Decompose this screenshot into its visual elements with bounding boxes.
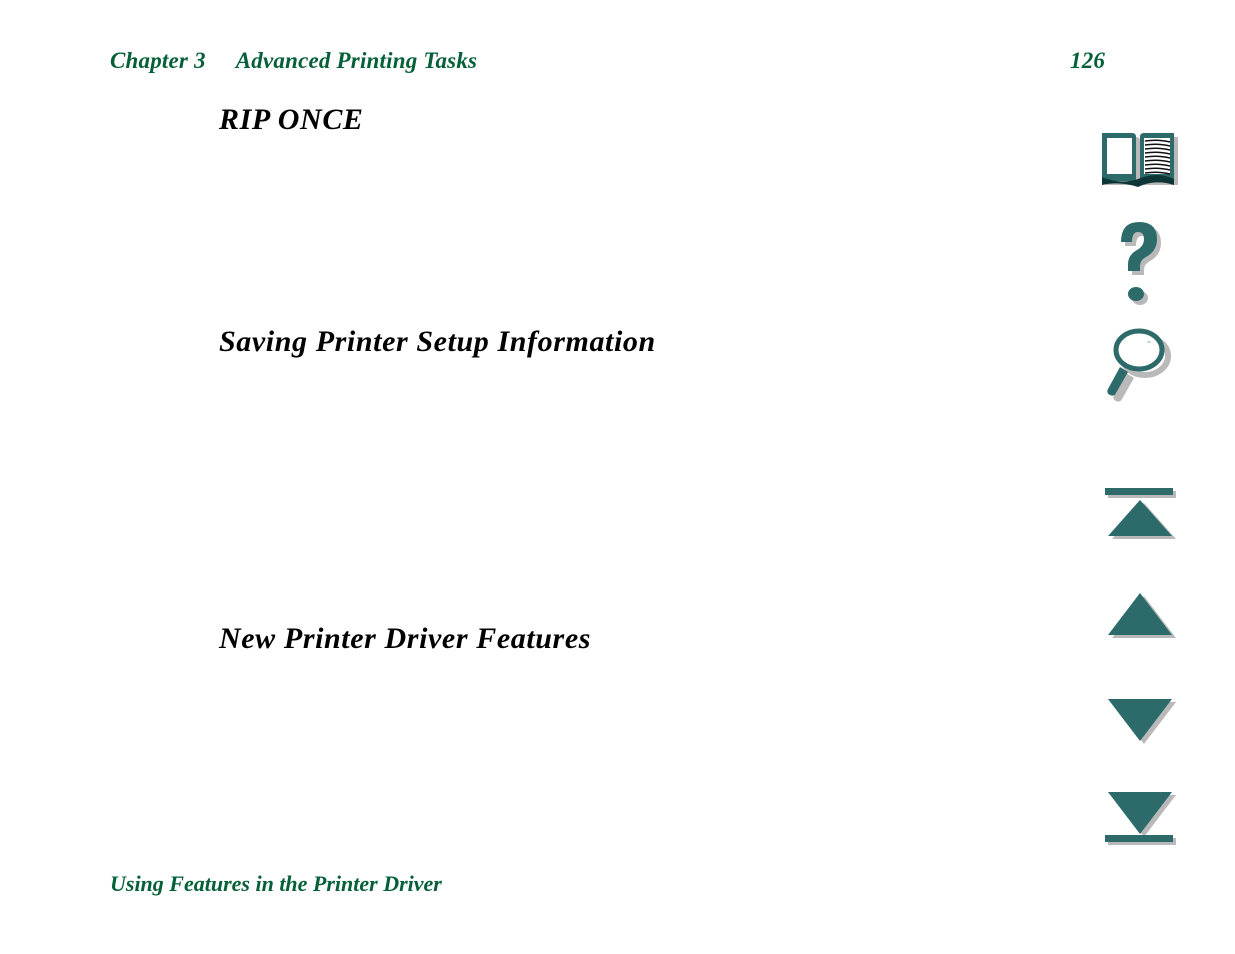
first-page-icon — [1085, 485, 1195, 543]
last-page-button[interactable] — [1085, 788, 1195, 858]
next-page-button[interactable] — [1085, 695, 1195, 755]
question-mark-icon — [1085, 220, 1195, 306]
running-header: Chapter 3 Advanced Printing Tasks 126 — [110, 48, 1110, 74]
navigation-icon-column — [1085, 120, 1195, 880]
page-number: 126 — [1070, 48, 1106, 73]
section-heading-new-printer-driver-features: New Printer Driver Features — [219, 622, 592, 655]
footer-link-using-features-in-the-printer-driver[interactable]: Using Features in the Printer Driver — [110, 871, 442, 897]
chapter-label: Chapter 3 — [110, 48, 206, 73]
book-icon — [1085, 128, 1195, 194]
magnifier-icon — [1085, 325, 1195, 405]
section-heading-rip-once: RIP ONCE — [219, 103, 364, 136]
header-left-group: Chapter 3 Advanced Printing Tasks — [110, 48, 477, 74]
document-page: Chapter 3 Advanced Printing Tasks 126 RI… — [0, 0, 1235, 954]
chapter-title: Advanced Printing Tasks — [235, 48, 478, 73]
section-heading-saving-printer-setup-information: Saving Printer Setup Information — [219, 325, 656, 358]
next-page-icon — [1085, 695, 1195, 747]
toc-button[interactable] — [1085, 128, 1195, 198]
last-page-icon — [1085, 788, 1195, 850]
previous-page-icon — [1085, 590, 1195, 642]
first-page-button[interactable] — [1085, 485, 1195, 550]
search-button[interactable] — [1085, 325, 1195, 410]
previous-page-button[interactable] — [1085, 590, 1195, 650]
help-button[interactable] — [1085, 220, 1195, 310]
